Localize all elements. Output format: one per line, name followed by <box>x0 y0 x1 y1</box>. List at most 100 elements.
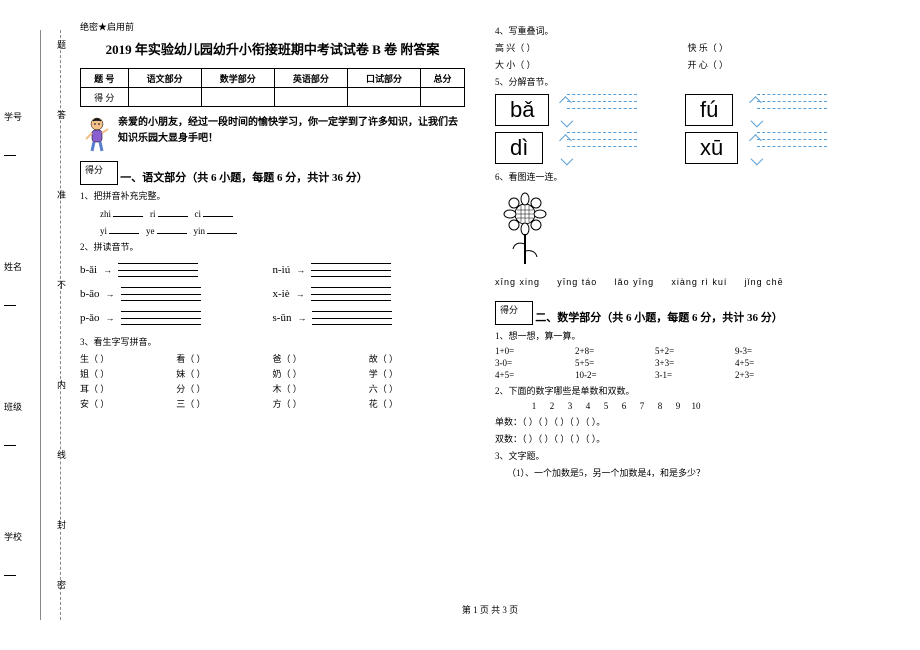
cut-char: 题 <box>55 40 68 49</box>
char-cell: 安（ <box>80 399 98 409</box>
odd-label: 单数：（ <box>495 417 527 427</box>
cut-char: 不 <box>55 280 68 289</box>
binding-label-xuexiao: 学校 <box>4 530 22 578</box>
pw: lǎo yīng <box>615 277 655 287</box>
binding-solid-line <box>40 30 41 620</box>
intro-block: 亲爱的小朋友，经过一段时间的愉快学习，你一定学到了许多知识，让我们去知识乐园大显… <box>80 115 465 155</box>
char-cell: 木（ <box>273 384 291 394</box>
secret-line: 绝密★启用前 <box>80 20 465 33</box>
char-grid: 生（ ）看（ ）爸（ ）故（ ） 姐（ ）妹（ ）奶（ ）学（ ） 耳（ ）分（… <box>80 352 465 410</box>
score-minibox: 得分 <box>80 161 118 185</box>
eq: 5+2= <box>655 346 735 356</box>
binding-label-xingming: 姓名 <box>4 260 22 308</box>
syllable-row: bǎ fú <box>495 94 880 126</box>
q2: 2、拼读音节。 <box>80 240 465 253</box>
char-cell: 故（ <box>369 354 387 364</box>
close: ）。 <box>592 417 606 427</box>
cut-char: 答 <box>55 110 68 119</box>
close: ）。 <box>592 434 606 444</box>
arrow-icon <box>297 313 306 323</box>
char-cell: 分（ <box>176 384 194 394</box>
eq: 9-3= <box>735 346 815 356</box>
q1: 1、把拼音补充完整。 <box>80 189 465 202</box>
num: 8 <box>651 401 669 411</box>
td: 得 分 <box>81 88 129 107</box>
char-cell: 生（ <box>80 354 98 364</box>
th: 数学部分 <box>201 69 274 88</box>
th: 题 号 <box>81 69 129 88</box>
eq: 5+5= <box>575 358 655 368</box>
page-content: 绝密★启用前 2019 年实验幼儿园幼升小衔接班期中考试试卷 B 卷 附答案 题… <box>80 20 900 620</box>
syll: p-ǎo <box>80 312 100 324</box>
syllable-cell: xū <box>685 132 835 164</box>
binding-label-xuehao: 学号 <box>4 110 22 158</box>
num: 10 <box>687 401 705 411</box>
exam-title: 2019 年实验幼儿园幼升小衔接班期中考试试卷 B 卷 附答案 <box>80 39 465 58</box>
writing-line <box>121 311 201 325</box>
arrow-icon <box>296 289 305 299</box>
pw: xīng xing <box>495 277 540 287</box>
num: 2 <box>543 401 561 411</box>
m-q1: 1、想一想，算一算。 <box>495 329 880 342</box>
eq: 4+5= <box>495 370 575 380</box>
pinyin-words: xīng xing yīng táo lǎo yīng xiàng rì kuí… <box>495 277 880 287</box>
redup-cell: 大 小（ <box>495 60 524 70</box>
syll: b-ǎi <box>80 264 97 276</box>
m-q3a: （1）、一个加数是5，另一个加数是4，和是多少？ <box>495 466 880 479</box>
num: 9 <box>669 401 687 411</box>
even-line: 双数：（ ）（ ）（ ）（ ）（ ）。 <box>495 432 880 445</box>
syllable-cell: fú <box>685 94 835 126</box>
syllable-row: dì xū <box>495 132 880 164</box>
redup-cell: 快 乐（ <box>688 43 717 53</box>
table-row: 得 分 <box>81 88 465 107</box>
child-icon <box>80 115 114 155</box>
pinyin-stem: ri <box>150 209 156 219</box>
th: 英语部分 <box>274 69 347 88</box>
m-q3: 3、文字题。 <box>495 449 880 462</box>
q3: 3、看生字写拼音。 <box>80 335 465 348</box>
odd-line: 单数：（ ）（ ）（ ）（ ）（ ）。 <box>495 415 880 428</box>
cut-char: 线 <box>55 450 68 459</box>
th: 语文部分 <box>128 69 201 88</box>
cut-char: 准 <box>55 190 68 199</box>
syll: x-iè <box>273 288 290 300</box>
eq: 3-1= <box>655 370 735 380</box>
eq: 2+8= <box>575 346 655 356</box>
pw: yīng táo <box>557 277 597 287</box>
char-cell: 三（ <box>176 399 194 409</box>
q1-line-a: zhi ri ci <box>80 206 465 219</box>
th: 口试部分 <box>347 69 420 88</box>
eq: 10-2= <box>575 370 655 380</box>
right-column: 4、写重叠词。 高 兴（ ）快 乐（ ） 大 小（ ）开 心（ ） 5、分解音节… <box>495 20 880 483</box>
eq: 1+0= <box>495 346 575 356</box>
syllable-cell: bǎ <box>495 94 645 126</box>
eq: 3-0= <box>495 358 575 368</box>
q4: 4、写重叠词。 <box>495 24 880 37</box>
char-cell: 妹（ <box>176 369 194 379</box>
section-row: 得分 二、数学部分（共 6 小题，每题 6 分，共计 36 分） <box>495 301 880 325</box>
char-cell: 耳（ <box>80 384 98 394</box>
writing-line <box>121 287 201 301</box>
char-cell: 奶（ <box>273 369 291 379</box>
syll: n-iú <box>273 264 291 276</box>
section-2-title: 二、数学部分（共 6 小题，每题 6 分，共计 36 分） <box>535 312 783 324</box>
pinyin-stem: yin <box>194 226 206 236</box>
eq: 2+3= <box>735 370 815 380</box>
eq: 3+3= <box>655 358 735 368</box>
num: 5 <box>597 401 615 411</box>
cut-char: 内 <box>55 380 68 389</box>
num: 3 <box>561 401 579 411</box>
syllable-box: dì <box>495 132 543 164</box>
q5: 5、分解音节。 <box>495 75 880 88</box>
pinyin-stem: yi <box>100 226 107 236</box>
q1-line-b: yi ye yin <box>80 223 465 236</box>
section-1-title: 一、语文部分（共 6 小题，每题 6 分，共计 36 分） <box>120 172 368 184</box>
m-q2: 2、下面的数字哪些是单数和双数。 <box>495 384 880 397</box>
char-cell: 方（ <box>273 399 291 409</box>
arrow-icon <box>296 265 305 275</box>
th: 总分 <box>421 69 465 88</box>
number-line: 12345678910 <box>495 401 880 411</box>
char-cell: 爸（ <box>273 354 291 364</box>
num: 1 <box>525 401 543 411</box>
pinyin-stem: ye <box>146 226 155 236</box>
